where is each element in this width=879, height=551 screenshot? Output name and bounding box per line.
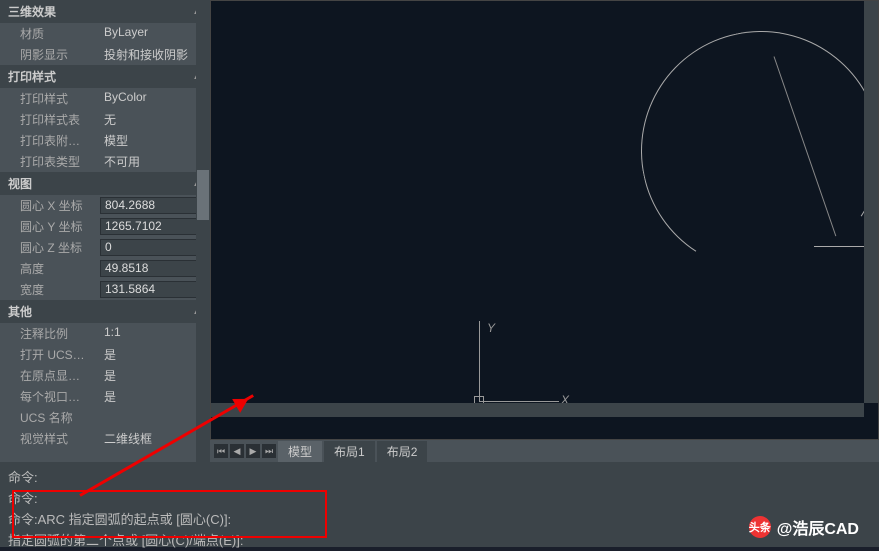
prop-row: 圆心 X 坐标804.2688 [0,195,210,216]
prop-row: 圆心 Y 坐标1265.7102 [0,216,210,237]
toutiao-logo-icon: 头条 [749,516,771,538]
section-other[interactable]: 其他▲ [0,300,210,323]
prop-row: 阴影显示投射和接收阴影 [0,44,210,65]
tab-first-icon[interactable]: ⏮ [214,444,228,458]
prop-row: 打印样式表无 [0,109,210,130]
prop-row: 打开 UCS…是 [0,344,210,365]
prop-row: 圆心 Z 坐标0 [0,237,210,258]
arc-preview [619,9,879,294]
viewport-hscroll[interactable] [211,403,864,417]
prop-row: 材质ByLayer [0,23,210,44]
tab-model[interactable]: 模型 [278,441,322,462]
prop-row: UCS 名称 [0,407,210,428]
panel-scrollbar[interactable] [196,0,210,462]
height-input[interactable]: 49.8518 [100,260,210,277]
tab-layout2[interactable]: 布局2 [377,441,428,462]
section-print-style[interactable]: 打印样式▲ [0,65,210,88]
command-line[interactable]: 命令: 命令: 命令:ARC 指定圆弧的起点或 [圆心(C)]: 指定圆弧的第二… [0,462,879,547]
width-input[interactable]: 131.5864 [100,281,210,298]
prop-row: 打印表附…模型 [0,130,210,151]
tab-layout1[interactable]: 布局1 [324,441,375,462]
tab-prev-icon[interactable]: ◀ [230,444,244,458]
tab-last-icon[interactable]: ⏭ [262,444,276,458]
prop-row: 注释比例1:1 [0,323,210,344]
prop-row: 打印样式ByColor [0,88,210,109]
properties-panel: 三维效果▲ 材质ByLayer 阴影显示投射和接收阴影 打印样式▲ 打印样式By… [0,0,210,462]
annotation-highlight-box [12,490,327,538]
section-view[interactable]: 视图▲ [0,172,210,195]
prop-row: 高度49.8518 [0,258,210,279]
center-x-input[interactable]: 804.2688 [100,197,210,214]
layout-tabs: ⏮ ◀ ▶ ⏭ 模型 布局1 布局2 [210,440,879,462]
watermark: 头条 @浩辰CAD [749,515,859,539]
tab-next-icon[interactable]: ▶ [246,444,260,458]
prop-row: 每个视口…是 [0,386,210,407]
viewport-vscroll[interactable] [864,1,878,403]
prop-row: 打印表类型不可用 [0,151,210,172]
prop-row: 在原点显…是 [0,365,210,386]
center-y-input[interactable]: 1265.7102 [100,218,210,235]
section-3d-effects[interactable]: 三维效果▲ [0,0,210,23]
drawing-area: YX 指定圆弧的端点: 7.6696<251° ⏮ ◀ ▶ ⏭ 模型 布局1 布… [210,0,879,462]
prop-row: 宽度131.5864 [0,279,210,300]
center-z-input[interactable]: 0 [100,239,210,256]
viewport[interactable]: YX 指定圆弧的端点: 7.6696<251° [210,0,879,440]
